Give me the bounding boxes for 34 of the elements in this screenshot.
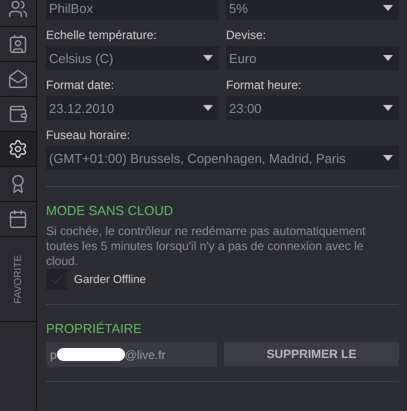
field-label: Format heure: [226,78,302,92]
favorite-tab[interactable]: FAVORITE [12,254,24,304]
dropdown[interactable]: Euro [226,46,399,70]
dropdown[interactable]: 23.12.2010 [46,96,219,120]
field-label: Fuseau horaire: [46,128,132,142]
field-label: Echelle température: [46,28,158,42]
section-title: MODE SANS CLOUD [46,203,174,218]
description-text: Si cochée, le contrôleur ne redémarre pas automatiquement toutes les 5 minutes lorsqu'il n'y a pas de connexion avec le cloud. [46,224,367,269]
sidebar-item[interactable] [0,0,36,27]
sidebar-item[interactable] [0,132,36,167]
dropdown[interactable]: Celsius (C) [46,46,219,70]
checkbox-label: Garder Offline [74,274,146,286]
email-field[interactable]: p @live.fr [46,342,217,367]
delete-button[interactable]: SUPPRIMER LE [224,342,399,366]
wallet-icon [8,104,28,124]
section-title: PROPRIÉTAIRE [46,321,143,336]
field-label: Format date: [46,78,116,92]
field-label: Devise: [226,28,268,42]
users-icon [8,0,28,19]
dropdown[interactable]: 23:00 [226,96,399,120]
calendar-icon [8,209,28,229]
caret-icon [383,5,393,11]
caret-icon [383,55,393,61]
caret-icon [383,155,393,161]
contact-book-icon [8,34,28,54]
dropdown[interactable]: (GMT+01:00) Brussels, Copenhagen, Madrid, Paris [46,146,399,170]
dropdown[interactable]: 5% [226,0,399,20]
settings-icon [8,139,28,159]
caret-icon [203,105,213,111]
redaction-mark [56,348,125,361]
envelope-icon [8,69,28,89]
caret-icon [203,55,213,61]
caret-icon [383,105,393,111]
text-field[interactable]: PhilBox [46,0,219,20]
